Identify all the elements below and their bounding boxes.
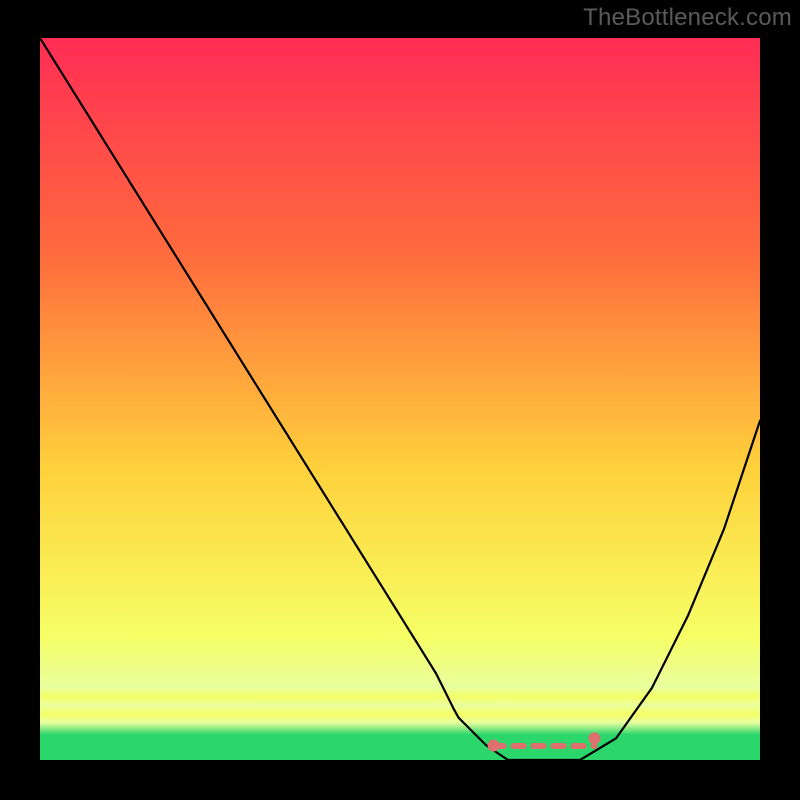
trough-marker: [588, 732, 600, 744]
plot-area: [40, 38, 760, 760]
watermark-text: TheBottleneck.com: [583, 4, 792, 32]
heatmap-background: [40, 38, 760, 760]
chart-frame: TheBottleneck.com: [0, 0, 800, 800]
trough-marker: [488, 740, 500, 752]
chart-svg: [40, 38, 760, 760]
